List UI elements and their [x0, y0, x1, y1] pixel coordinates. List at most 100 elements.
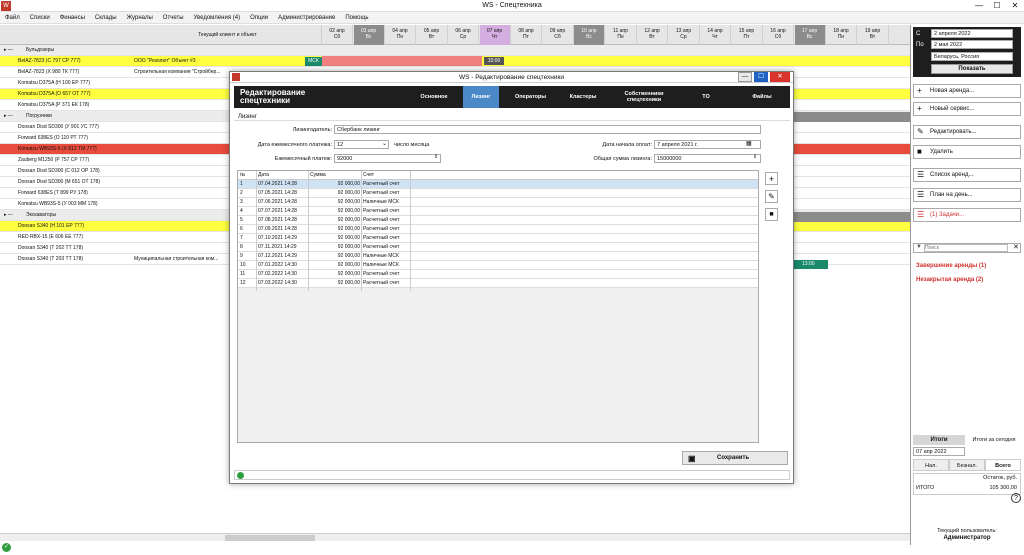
dialog-maximize-icon[interactable]: ☐ [754, 72, 768, 82]
rental-bar[interactable] [322, 56, 482, 66]
from-date[interactable]: 2 апреля 2022 [931, 29, 1013, 38]
day-column-header[interactable]: 02 апр Сб [322, 25, 353, 45]
day-column-header[interactable]: 09 апр Сб [543, 25, 574, 45]
table-row[interactable]: 5 07.08.2021 14:28 92 000,00 Расчетный счет [238, 216, 758, 225]
new-rental-button[interactable]: + Новая аренда... [913, 84, 1021, 98]
col-sum[interactable]: Сумма [310, 171, 360, 180]
table-cell: 9 [240, 253, 243, 259]
table-row[interactable]: 4 07.07.2021 14:28 92 000,00 Расчетный счет [238, 207, 758, 216]
table-row[interactable]: 1 07.04.2021 14:28 92 000,00 Расчетный счет [238, 180, 758, 189]
menu-item[interactable]: Администрирование [273, 12, 340, 24]
horizontal-scrollbar[interactable] [0, 533, 910, 541]
menu-item[interactable]: Уведомления (4) [189, 12, 246, 24]
table-row[interactable]: 3 07.06.2021 14:28 92 000,00 Наличные МСК [238, 198, 758, 207]
spinner-icon[interactable]: ⇕ [753, 154, 757, 160]
calendar-icon[interactable]: ▦ [746, 140, 752, 147]
day-column-header[interactable]: 16 апр Сб [763, 25, 794, 45]
edit-button[interactable]: ✎ Редактировать... [913, 125, 1021, 139]
close-icon[interactable]: ✕ [1006, 0, 1024, 12]
lessor-input[interactable]: Сбербанк лизинг [334, 125, 761, 134]
to-date[interactable]: 2 мая 2022 [931, 40, 1013, 49]
day-column-header[interactable]: 17 апр Вс [794, 25, 826, 45]
col-account[interactable]: Счет [363, 171, 443, 180]
menu-item[interactable]: Склады [90, 12, 122, 24]
maximize-icon[interactable]: ☐ [988, 0, 1006, 12]
day-column-header[interactable]: 03 апр Вс [353, 25, 385, 45]
alert-unclosed-rental[interactable]: Незакрытая аренда (2) [916, 277, 983, 283]
start-date-input[interactable]: 7 апреля 2021 г. [654, 140, 761, 149]
menu-item[interactable]: Отчеты [158, 12, 189, 24]
day-column-header[interactable]: 15 апр Пт [732, 25, 763, 45]
dialog-minimize-icon[interactable]: — [738, 72, 752, 82]
edit-icon[interactable]: ✎ [765, 190, 778, 203]
day-column-header[interactable]: 10 апр Вс [574, 25, 605, 45]
expand-icon[interactable]: ▸ — [4, 210, 13, 221]
day-column-header[interactable]: 05 апр Вт [417, 25, 448, 45]
table-row[interactable]: 8 07.11.2021 14:29 92 000,00 Расчетный счет [238, 243, 758, 252]
dialog-tab[interactable]: Лизинг [463, 86, 499, 108]
scrollbar-thumb[interactable] [225, 535, 315, 541]
dialog-tab[interactable]: ТО [686, 86, 726, 108]
alert-rental-end[interactable]: Завершение аренды (1) [916, 263, 986, 269]
totals-tab[interactable]: Безнал. [949, 459, 985, 471]
table-row[interactable]: 12 07.03.2022 14:30 92 000,00 Расчетный сче… [238, 279, 758, 288]
day-column-header[interactable]: 07 апр Чт [479, 25, 511, 45]
table-row[interactable]: 6 07.09.2021 14:28 92 000,00 Расчетный счет [238, 225, 758, 234]
day-column-header[interactable]: 19 апр Вт [858, 25, 889, 45]
totals-tab[interactable]: Всего [985, 459, 1021, 471]
monthly-payment-input[interactable]: 92000 [334, 154, 441, 163]
day-column-header[interactable]: 08 апр Пт [511, 25, 542, 45]
day-column-header[interactable]: 13 апр Ср [669, 25, 700, 45]
show-button[interactable]: Показать [931, 64, 1013, 74]
day-column-header[interactable]: 06 апр Ср [448, 25, 479, 45]
help-icon[interactable]: ? [1011, 493, 1021, 503]
minimize-icon[interactable]: — [970, 0, 988, 12]
save-button[interactable]: ▣ Сохранить [682, 451, 788, 465]
table-cell: 92 000,00 [337, 244, 360, 250]
col-date[interactable]: Дата [258, 171, 308, 180]
group-row[interactable]: ▸ — Бульдозеры [0, 45, 910, 56]
col-number[interactable]: № [240, 171, 256, 180]
payday-select[interactable]: 12 [334, 140, 389, 149]
menu-item[interactable]: Списки [25, 12, 55, 24]
clear-search-icon[interactable]: ✕ [1013, 243, 1019, 251]
new-service-button[interactable]: + Новый сервис... [913, 102, 1021, 116]
dialog-tab[interactable]: Собственники спецтехники [614, 86, 674, 108]
add-icon[interactable]: + [765, 172, 778, 185]
expand-icon[interactable]: ▸ — [4, 111, 13, 122]
rentals-list-button[interactable]: ☰ Список аренд... [913, 168, 1021, 182]
day-column-header[interactable]: 14 апр Чт [700, 25, 731, 45]
day-column-header[interactable]: 12 апр Вт [637, 25, 668, 45]
filter-icon[interactable]: ▼ [916, 244, 922, 250]
spinner-icon[interactable]: ⇕ [434, 154, 438, 160]
dialog-close-icon[interactable]: ✕ [770, 72, 790, 82]
dialog-tab[interactable]: Кластеры [564, 86, 602, 108]
day-column-header[interactable]: 18 апр Пн [826, 25, 857, 45]
expand-icon[interactable]: ▸ — [4, 45, 13, 56]
day-plan-button[interactable]: ☰ План на день... [913, 188, 1021, 202]
delete-button[interactable]: ■ Удалить [913, 145, 1021, 159]
search-input[interactable] [924, 244, 1008, 252]
menu-item[interactable]: Опции [245, 12, 273, 24]
table-row[interactable]: 7 07.10.2021 14:29 92 000,00 Расчетный счет [238, 234, 758, 243]
totals-tab[interactable]: Нал. [913, 459, 949, 471]
dialog-tab[interactable]: Файлы [742, 86, 782, 108]
dialog-tab[interactable]: Основное [414, 86, 454, 108]
delete-icon[interactable]: ■ [765, 208, 778, 221]
day-column-header[interactable]: 04 апр Пн [385, 25, 416, 45]
dialog-tab[interactable]: Операторы [508, 86, 553, 108]
day-column-header[interactable]: 11 апр Пн [606, 25, 637, 45]
table-row[interactable]: 9 07.12.2021 14:29 92 000,00 Наличные МСК [238, 252, 758, 261]
menu-item[interactable]: Журналы [122, 12, 158, 24]
region-select[interactable]: Беларусь, Россия [931, 52, 1013, 61]
totals-date[interactable]: 07 апр 2022 [913, 447, 965, 456]
chevron-down-icon[interactable]: ⌄ [382, 140, 387, 147]
total-leasing-input[interactable]: 15000000 [654, 154, 761, 163]
menu-item[interactable]: Файл [0, 12, 25, 24]
menu-item[interactable]: Финансы [55, 12, 90, 24]
tasks-button[interactable]: ☰ (1) Задачи... [913, 208, 1021, 222]
table-row[interactable]: 11 07.02.2022 14:30 92 000,00 Расчетный сче… [238, 270, 758, 279]
table-row[interactable]: 2 07.05.2021 14:28 92 000,00 Расчетный счет [238, 189, 758, 198]
table-row[interactable]: 10 07.01.2022 14:30 92 000,00 Наличные МСК [238, 261, 758, 270]
menu-item[interactable]: Помощь [340, 12, 373, 24]
